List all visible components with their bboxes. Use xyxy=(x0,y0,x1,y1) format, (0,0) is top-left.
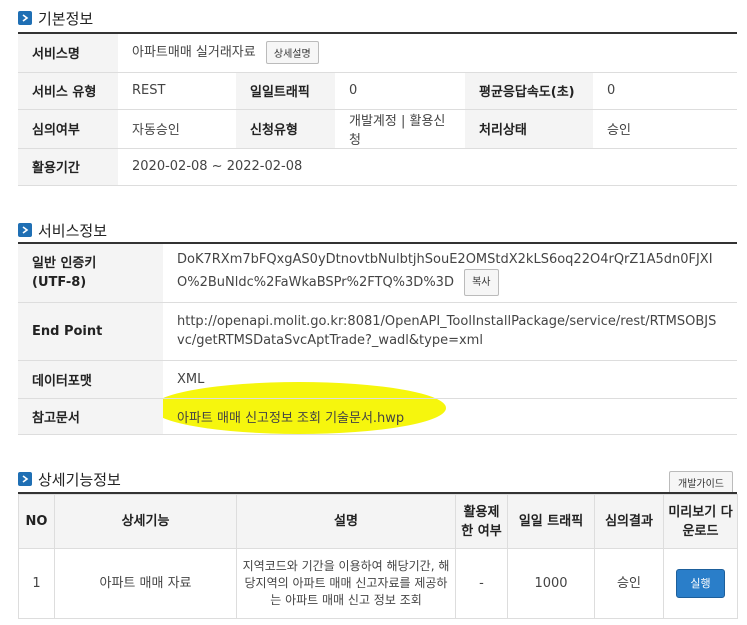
service-name-cell: 아파트매매 실거래자료 상세설명 xyxy=(118,34,737,73)
col-header-preview: 미리보기 다운로드 xyxy=(663,494,738,549)
col-header-result: 심의결과 xyxy=(594,494,664,549)
row-function-name: 아파트 매매 자료 xyxy=(54,548,237,619)
data-format-label: 데이터포맷 xyxy=(18,360,163,399)
daily-traffic-value: 0 xyxy=(335,72,465,110)
detail-description-button[interactable]: 상세설명 xyxy=(265,41,319,65)
service-name-label: 서비스명 xyxy=(18,34,118,73)
service-name-value: 아파트매매 실거래자료 xyxy=(132,45,256,61)
apply-type-value: 개발계정 | 활용신청 xyxy=(335,109,465,149)
service-info-title: 서비스정보 xyxy=(38,221,108,240)
auth-key-label: 일반 인증키 (UTF-8) xyxy=(18,244,163,303)
review-value: 자동승인 xyxy=(118,109,236,149)
detail-info-title: 상세기능정보 xyxy=(38,470,121,489)
run-button[interactable]: 실행 xyxy=(676,569,725,598)
avg-response-label: 평균응답속도(초) xyxy=(465,72,593,110)
daily-traffic-label: 일일트래픽 xyxy=(236,72,335,110)
col-header-function: 상세기능 xyxy=(54,494,237,549)
basic-info-table: 서비스명 아파트매매 실거래자료 상세설명 서비스 유형 REST 일일트래픽 … xyxy=(18,34,737,186)
col-header-traffic: 일일 트래픽 xyxy=(507,494,595,549)
reference-doc-cell: 아파트 매매 신고정보 조회 기술문서.hwp xyxy=(163,398,737,435)
row-limit: - xyxy=(455,548,508,619)
chevron-right-icon xyxy=(18,11,32,25)
col-header-description: 설명 xyxy=(236,494,456,549)
service-info-table: 일반 인증키 (UTF-8) DoK7RXm7bFQxgAS0yDtnovtbN… xyxy=(18,244,737,435)
row-traffic: 1000 xyxy=(507,548,595,619)
service-type-label: 서비스 유형 xyxy=(18,72,118,110)
copy-button[interactable]: 복사 xyxy=(464,268,499,296)
period-label: 활용기간 xyxy=(18,148,118,186)
reference-doc-link[interactable]: 아파트 매매 신고정보 조회 기술문서.hwp xyxy=(177,411,404,426)
dev-guide-button[interactable]: 개발가이드 xyxy=(669,471,733,494)
avg-response-value: 0 xyxy=(593,72,737,110)
auth-key-label-line2: (UTF-8) xyxy=(32,274,87,290)
period-value: 2020-02-08 ~ 2022-02-08 xyxy=(118,148,737,186)
chevron-right-icon xyxy=(18,472,32,486)
chevron-right-icon xyxy=(18,223,32,237)
auth-key-cell: DoK7RXm7bFQxgAS0yDtnovtbNulbtjhSouE2OMSt… xyxy=(163,244,737,303)
auth-key-value[interactable]: DoK7RXm7bFQxgAS0yDtnovtbNulbtjhSouE2OMSt… xyxy=(177,252,713,290)
endpoint-value[interactable]: http://openapi.molit.go.kr:8081/OpenAPI_… xyxy=(163,302,737,361)
status-label: 처리상태 xyxy=(465,109,593,149)
apply-type-label: 신청유형 xyxy=(236,109,335,149)
auth-key-label-line1: 일반 인증키 xyxy=(32,255,97,271)
detail-function-table: NO 상세기능 설명 활용제한 여부 일일 트래픽 심의결과 미리보기 다운로드… xyxy=(18,494,738,619)
detail-info-section-title: 상세기능정보 xyxy=(18,469,121,489)
row-preview-cell: 실행 xyxy=(663,548,738,619)
basic-info-title: 기본정보 xyxy=(38,9,94,28)
data-format-value: XML xyxy=(163,360,737,399)
review-label: 심의여부 xyxy=(18,109,118,149)
col-header-limit: 활용제한 여부 xyxy=(455,494,508,549)
basic-info-section-title: 기본정보 xyxy=(18,8,93,28)
reference-doc-label: 참고문서 xyxy=(18,398,163,435)
status-value: 승인 xyxy=(593,109,737,149)
row-result: 승인 xyxy=(594,548,664,619)
endpoint-label: End Point xyxy=(18,302,163,361)
col-header-no: NO xyxy=(18,494,55,549)
row-description: 지역코드와 기간을 이용하여 해당기간, 해당지역의 아파트 매매 신고자료를 … xyxy=(236,548,456,619)
row-no: 1 xyxy=(18,548,55,619)
service-type-value: REST xyxy=(118,72,236,110)
table-row: 1 아파트 매매 자료 지역코드와 기간을 이용하여 해당기간, 해당지역의 아… xyxy=(18,548,738,619)
service-info-section-title: 서비스정보 xyxy=(18,220,107,240)
